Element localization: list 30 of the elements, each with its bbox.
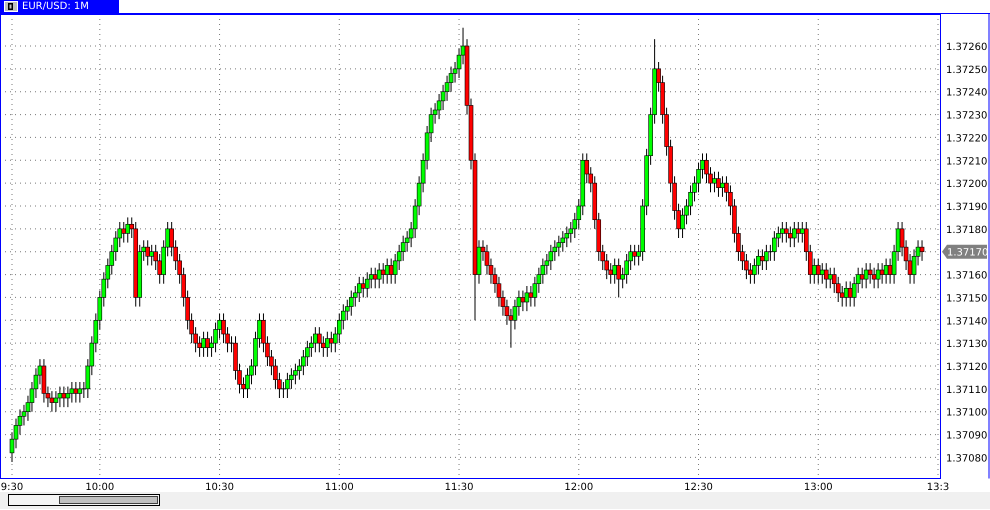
price-label: 1.37200 <box>946 179 988 190</box>
price-label: 1.37120 <box>946 362 988 373</box>
price-label: 1.37160 <box>946 270 988 282</box>
time-label: 10:00 <box>85 482 114 492</box>
time-label: 10:30 <box>205 482 234 492</box>
time-label: 11:30 <box>444 482 474 492</box>
price-label: 1.37110 <box>946 384 988 396</box>
price-label: 1.37140 <box>946 316 988 328</box>
time-label: 13:3 <box>926 482 950 492</box>
price-label: 1.37090 <box>946 430 988 442</box>
price-label: 1.37150 <box>946 293 988 304</box>
time-label: 12:00 <box>564 482 594 492</box>
price-label: 1.37250 <box>946 64 988 76</box>
chart-title: EUR/USD: 1M <box>22 0 89 14</box>
price-label: 1.37220 <box>946 133 988 144</box>
time-label: 11:00 <box>324 482 354 492</box>
time-label: 13:00 <box>804 482 833 492</box>
time-label: 12:30 <box>684 482 713 492</box>
price-label: 1.37180 <box>946 224 988 236</box>
price-label: 1.37230 <box>946 110 988 122</box>
price-label: 1.37210 <box>946 156 988 168</box>
price-label: 1.37260 <box>946 42 988 53</box>
chart-tab[interactable]: EUR/USD: 1M <box>0 0 119 13</box>
price-label: 1.37100 <box>946 408 988 419</box>
time-label: 9:30 <box>0 482 24 492</box>
price-label: 1.37130 <box>946 339 988 350</box>
price-label: 1.37240 <box>946 88 988 99</box>
current-price-tag: 1.37170 <box>942 244 988 259</box>
price-label: 1.37190 <box>946 202 988 213</box>
price-label: 1.37080 <box>946 453 988 464</box>
